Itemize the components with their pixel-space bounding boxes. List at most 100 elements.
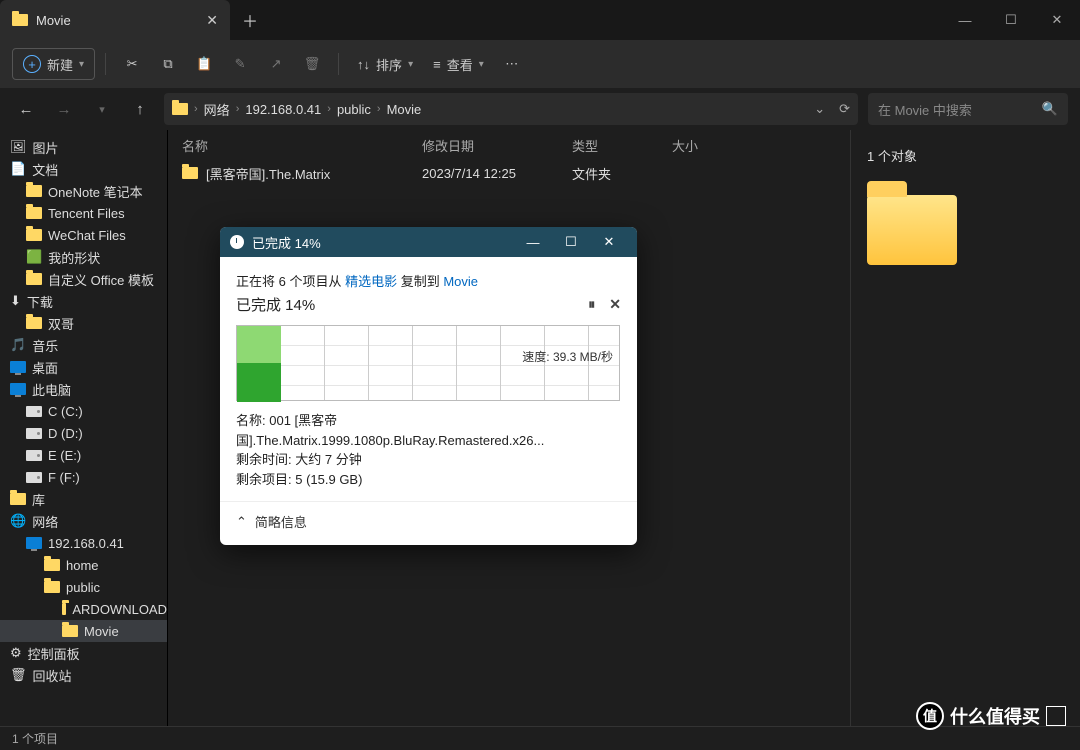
shape-icon: 🟩 <box>26 249 42 265</box>
tree-node[interactable]: public <box>0 576 167 598</box>
tree-node[interactable]: 库 <box>0 488 167 510</box>
folder-icon <box>172 103 188 115</box>
tree-node[interactable]: 桌面 <box>0 356 167 378</box>
chevron-right-icon: › <box>327 103 331 115</box>
cut-icon[interactable]: ✂ <box>116 48 148 80</box>
view-button[interactable]: ≡ 查看 ▾ <box>425 48 492 80</box>
dialog-titlebar[interactable]: 已完成 14% — ☐ ✕ <box>220 227 637 257</box>
share-icon[interactable]: ↗ <box>260 48 292 80</box>
tree-node[interactable]: E (E:) <box>0 444 167 466</box>
tree-node[interactable]: 自定义 Office 模板 <box>0 268 167 290</box>
chevron-right-icon: › <box>377 103 381 115</box>
maximize-icon[interactable]: ☐ <box>988 0 1034 40</box>
tree-node[interactable]: 192.168.0.41 <box>0 532 167 554</box>
tree-node[interactable]: 🎵音乐 <box>0 334 167 356</box>
sort-icon: ↑↓ <box>357 57 370 72</box>
fold-y-icon <box>10 493 26 505</box>
close-window-icon[interactable]: ✕ <box>1034 0 1080 40</box>
progress-text: 已完成 14% <box>236 294 315 315</box>
tree-node[interactable]: OneNote 笔记本 <box>0 180 167 202</box>
nav-tree[interactable]: 🖼图片📄文档OneNote 笔记本Tencent FilesWeChat Fil… <box>0 130 168 726</box>
col-size[interactable]: 大小 <box>672 136 752 155</box>
collapse-toggle[interactable]: ⌃ 简略信息 <box>220 501 637 545</box>
close-tab-icon[interactable]: ✕ <box>206 12 218 29</box>
drive-icon <box>26 472 42 483</box>
chevron-down-icon[interactable]: ⌄ <box>814 101 825 117</box>
refresh-icon[interactable]: ⟳ <box>839 101 850 117</box>
copy-description: 正在将 6 个项目从 精选电影 复制到 Movie <box>236 271 621 290</box>
details-pane: 1 个对象 <box>850 130 1080 726</box>
pc-icon <box>10 383 26 395</box>
bin-icon: 🗑 <box>10 667 27 683</box>
breadcrumb-seg[interactable]: 192.168.0.41 <box>245 102 321 117</box>
tree-node[interactable]: ⬇下载 <box>0 290 167 312</box>
paste-icon[interactable]: 📋 <box>188 48 220 80</box>
dlg-maximize-icon[interactable]: ☐ <box>553 231 589 253</box>
fold-y-icon <box>26 185 42 197</box>
tree-node[interactable]: 📄文档 <box>0 158 167 180</box>
sort-button[interactable]: ↑↓ 排序 ▾ <box>349 48 421 80</box>
view-icon: ≡ <box>433 57 441 72</box>
folder-icon <box>182 167 198 179</box>
smzdm-badge-icon: 值 <box>916 702 944 730</box>
search-input[interactable]: 在 Movie 中搜索 🔍 <box>868 93 1068 125</box>
tree-node[interactable]: 🌐网络 <box>0 510 167 532</box>
col-type[interactable]: 类型 <box>572 136 672 155</box>
file-row[interactable]: [黑客帝国].The.Matrix 2023/7/14 12:25 文件夹 <box>168 160 850 186</box>
separator <box>105 53 106 75</box>
tree-node[interactable]: C (C:) <box>0 400 167 422</box>
new-tab-button[interactable]: ＋ <box>230 8 270 32</box>
breadcrumb-seg[interactable]: public <box>337 102 371 117</box>
back-button[interactable]: ← <box>12 101 40 118</box>
cancel-button[interactable]: ✕ <box>609 296 621 313</box>
tree-node[interactable]: 🗑回收站 <box>0 664 167 686</box>
copy-icon[interactable]: ⧉ <box>152 48 184 80</box>
fold-y-icon <box>26 273 42 285</box>
breadcrumb-seg[interactable]: Movie <box>387 102 422 117</box>
fold-y-icon <box>26 317 42 329</box>
tree-node[interactable]: home <box>0 554 167 576</box>
pause-button[interactable]: ⏸ <box>588 296 595 313</box>
tree-node[interactable]: D (D:) <box>0 422 167 444</box>
column-headers[interactable]: 名称 修改日期 类型 大小 <box>168 130 850 160</box>
more-icon[interactable]: ⋯ <box>496 48 528 80</box>
up-button[interactable]: ↑ <box>126 101 154 118</box>
dlg-minimize-icon[interactable]: — <box>515 231 551 253</box>
tree-node[interactable]: 双哥 <box>0 312 167 334</box>
separator <box>338 53 339 75</box>
forward-button[interactable]: → <box>50 101 78 118</box>
tab-movie[interactable]: Movie ✕ <box>0 0 230 40</box>
tree-node[interactable]: WeChat Files <box>0 224 167 246</box>
dlg-close-icon[interactable]: ✕ <box>591 231 627 253</box>
col-date[interactable]: 修改日期 <box>422 136 572 155</box>
dl-icon: ⬇ <box>10 293 21 309</box>
minimize-icon[interactable]: — <box>942 0 988 40</box>
titlebar: Movie ✕ ＋ — ☐ ✕ <box>0 0 1080 40</box>
tree-node[interactable]: ⚙控制面板 <box>0 642 167 664</box>
tree-node[interactable]: ARDOWNLOAD <box>0 598 167 620</box>
dst-link[interactable]: Movie <box>443 274 478 289</box>
tree-node[interactable]: Movie <box>0 620 167 642</box>
speed-graph: 速度: 39.3 MB/秒 <box>236 325 620 401</box>
chevron-right-icon: › <box>194 103 198 115</box>
delete-icon[interactable]: 🗑 <box>296 48 328 80</box>
tree-node[interactable]: 🟩我的形状 <box>0 246 167 268</box>
breadcrumb-seg[interactable]: 网络 <box>204 100 230 119</box>
tree-node[interactable]: 🖼图片 <box>0 136 167 158</box>
clock-icon <box>230 235 244 249</box>
chevron-up-icon: ⌃ <box>236 514 247 530</box>
rename-icon[interactable]: ✎ <box>224 48 256 80</box>
pcnet-icon <box>26 537 42 549</box>
col-name[interactable]: 名称 <box>182 136 422 155</box>
tab-title: Movie <box>36 13 71 28</box>
drive-icon <box>26 406 42 417</box>
recent-chevron-icon[interactable]: ▾ <box>88 103 116 116</box>
new-button[interactable]: + 新建 ▾ <box>12 48 95 80</box>
chevron-down-icon: ▾ <box>479 59 484 70</box>
src-link[interactable]: 精选电影 <box>345 274 397 289</box>
plus-icon: + <box>23 55 41 73</box>
tree-node[interactable]: Tencent Files <box>0 202 167 224</box>
breadcrumb[interactable]: › 网络 › 192.168.0.41 › public › Movie ⌄ ⟳ <box>164 93 858 125</box>
tree-node[interactable]: F (F:) <box>0 466 167 488</box>
tree-node[interactable]: 此电脑 <box>0 378 167 400</box>
